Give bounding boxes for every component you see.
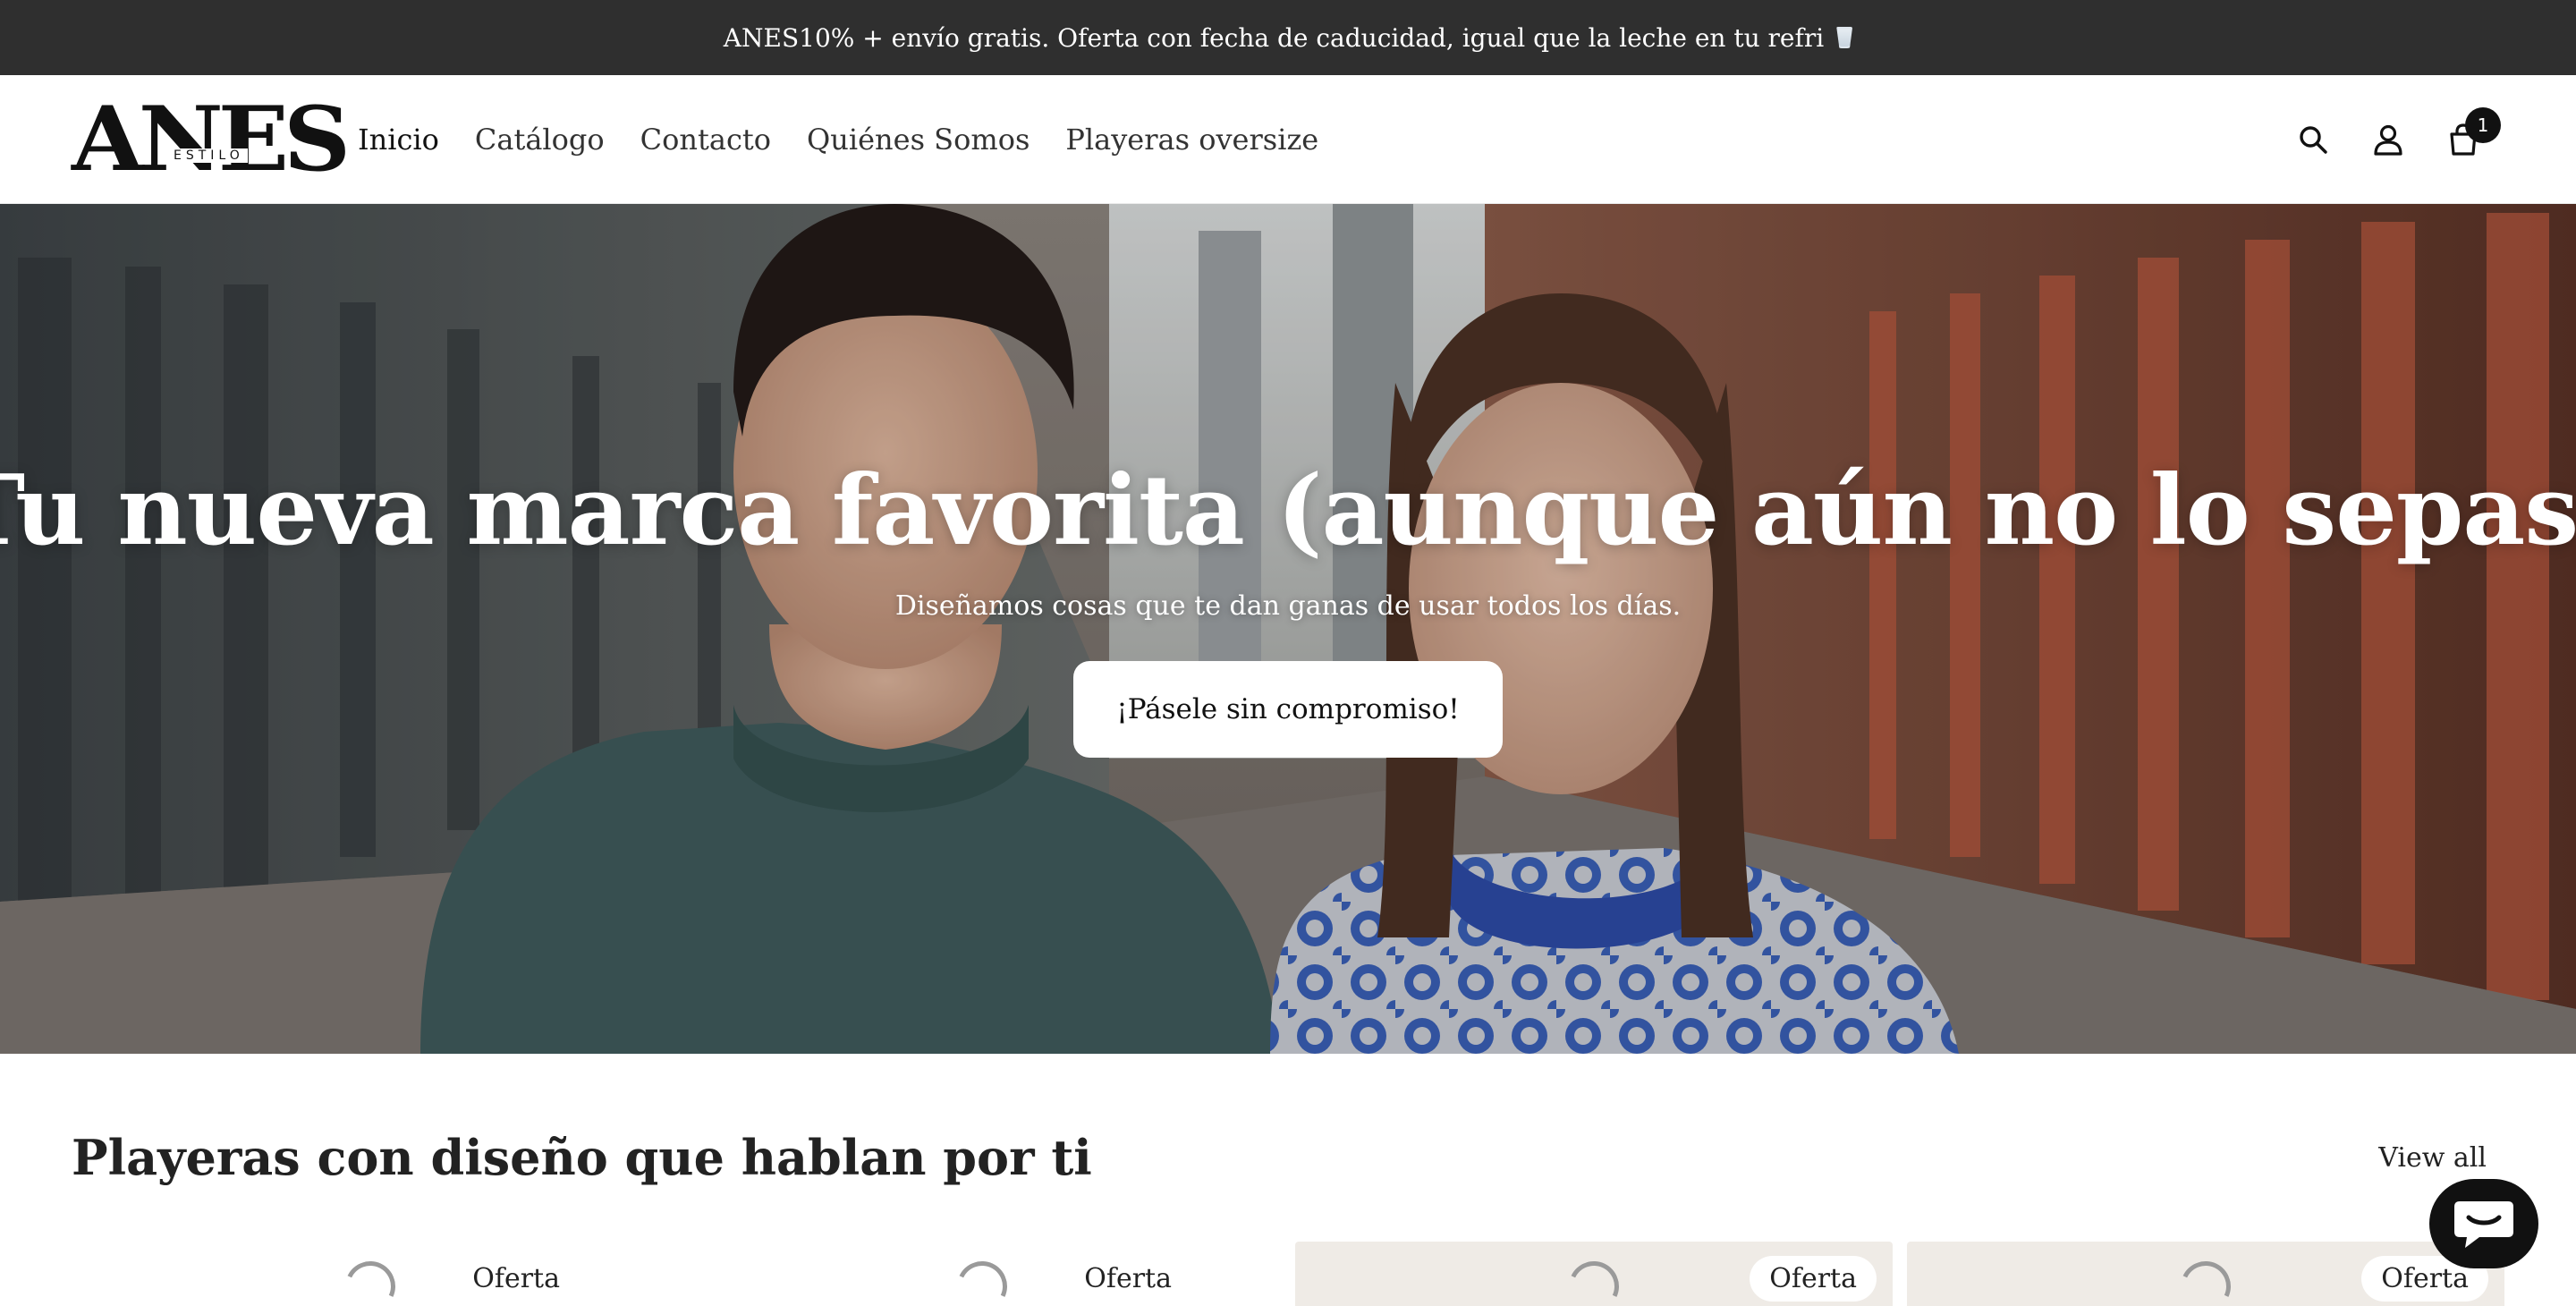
nav-item-catalogo[interactable]: Catálogo xyxy=(475,123,605,157)
nav-item-quienes-somos[interactable]: Quiénes Somos xyxy=(807,123,1030,157)
nav-item-playeras-oversize[interactable]: Playeras oversize xyxy=(1065,123,1318,157)
cart-icon[interactable]: 1 xyxy=(2445,106,2501,157)
nav-item-inicio[interactable]: Inicio xyxy=(358,123,439,157)
product-card[interactable]: Oferta xyxy=(1907,1242,2504,1306)
product-card[interactable]: Oferta xyxy=(683,1242,1281,1306)
sale-badge: Oferta xyxy=(1084,1263,1172,1294)
logo-wordmark: ANES xyxy=(72,86,351,191)
product-grid: Oferta Oferta Oferta Oferta xyxy=(72,1242,2504,1306)
cart-count-badge: 1 xyxy=(2465,106,2501,143)
hanger-icon xyxy=(2174,1254,2238,1306)
product-card[interactable]: Oferta xyxy=(72,1242,669,1306)
view-all-link[interactable]: View all xyxy=(2378,1142,2487,1174)
announcement-bar: ANES10% + envío gratis. Oferta con fecha… xyxy=(0,0,2576,75)
hanger-icon xyxy=(338,1254,402,1306)
logo[interactable]: ANES ESTILO xyxy=(72,95,351,184)
header-icons: 1 xyxy=(2295,106,2501,157)
hero-cta-button[interactable]: ¡Pásele sin compromiso! xyxy=(1073,661,1503,758)
glass-icon xyxy=(1836,27,1853,48)
site-header: ANES ESTILO Inicio Catálogo Contacto Qui… xyxy=(0,75,2576,204)
search-icon[interactable] xyxy=(2295,122,2331,157)
chat-icon xyxy=(2454,1201,2513,1248)
main-nav: Inicio Catálogo Contacto Quiénes Somos P… xyxy=(358,123,1318,157)
collection-header: Playeras con diseño que hablan por ti Vi… xyxy=(72,1129,2504,1186)
hero-banner: Tu nueva marca favorita (aunque aún no l… xyxy=(0,204,2576,1054)
hero-title: Tu nueva marca favorita (aunque aún no l… xyxy=(0,454,2576,567)
collection-title: Playeras con diseño que hablan por ti xyxy=(72,1129,1092,1186)
nav-item-contacto[interactable]: Contacto xyxy=(640,123,771,157)
chat-button[interactable] xyxy=(2429,1179,2538,1268)
announcement-text: ANES10% + envío gratis. Oferta con fecha… xyxy=(723,22,1825,53)
sale-badge: Oferta xyxy=(1750,1256,1877,1302)
hanger-icon xyxy=(1562,1254,1626,1306)
account-icon[interactable] xyxy=(2370,122,2406,157)
sale-badge: Oferta xyxy=(472,1263,560,1294)
hero-subtitle: Diseñamos cosas que te dan ganas de usar… xyxy=(894,590,1682,622)
logo-tagline: ESTILO xyxy=(170,148,248,163)
product-card[interactable]: Oferta xyxy=(1295,1242,1893,1306)
hero-content: Tu nueva marca favorita (aunque aún no l… xyxy=(0,204,2576,1054)
hanger-icon xyxy=(950,1254,1014,1306)
